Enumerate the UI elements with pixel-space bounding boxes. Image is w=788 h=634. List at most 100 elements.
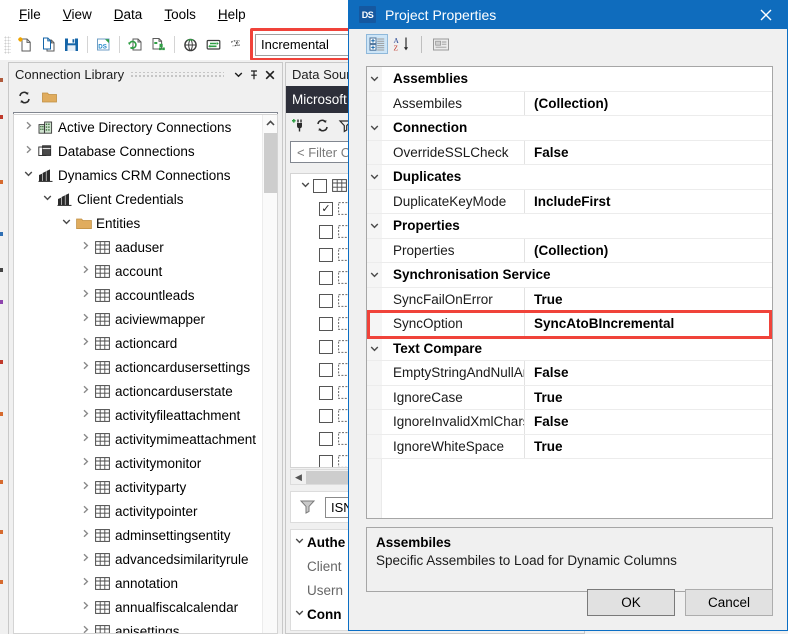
property-grid[interactable]: Assemblies Assembiles (Collection) Connecti… [366,66,773,519]
property-value[interactable]: False [525,145,569,160]
chevron-right-icon[interactable] [77,313,93,325]
chevron-right-icon[interactable] [77,409,93,421]
tree-item-activitymimeattachment[interactable]: activitymimeattachment [14,427,262,451]
property-row-ignorewhitespace[interactable]: IgnoreWhiteSpace True [367,434,772,459]
tree-item-actioncardusersettings[interactable]: actioncardusersettings [14,355,262,379]
property-row-ignoreinvalidxmlchars[interactable]: IgnoreInvalidXmlChars False [367,410,772,435]
chevron-right-icon[interactable] [77,289,93,301]
column-checkbox[interactable] [319,316,333,331]
tree-item-annualfiscalcalendar[interactable]: annualfiscalcalendar [14,595,262,619]
categorized-view-icon[interactable] [366,34,388,54]
ok-button[interactable]: OK [587,589,675,616]
menu-item-file[interactable]: File [8,3,52,27]
property-row-overridesslcheck[interactable]: OverrideSSLCheck False [367,140,772,165]
folder-icon[interactable] [41,90,58,108]
panel-drag-dots[interactable] [130,71,224,78]
menu-item-tools[interactable]: Tools [153,3,207,27]
chevron-right-icon[interactable] [77,481,93,493]
property-row-ignorecase[interactable]: IgnoreCase True [367,385,772,410]
column-checkbox[interactable] [313,178,327,193]
column-checkbox[interactable] [319,339,333,354]
property-pages-icon[interactable] [430,34,452,54]
tree-item-apisettings[interactable]: apisettings [14,619,262,633]
chevron-down-icon[interactable] [367,214,382,238]
property-row-assembiles[interactable]: Assembiles (Collection) [367,91,772,116]
sigma-script-icon[interactable]: Σ [225,33,248,56]
chevron-right-icon[interactable] [20,145,36,157]
property-category-text-compare[interactable]: Text Compare [367,336,772,361]
sync-arrows-icon[interactable] [202,33,225,56]
property-category-assemblies[interactable]: Assemblies [367,67,772,92]
open-document-icon[interactable] [37,33,60,56]
tree-item-activitypointer[interactable]: activitypointer [14,499,262,523]
tree-item-aaduser[interactable]: aaduser [14,235,262,259]
tree-item-client-credentials[interactable]: Client Credentials [14,187,262,211]
chevron-right-icon[interactable] [77,577,93,589]
column-checkbox[interactable] [319,270,333,285]
funnel-icon[interactable] [299,498,317,517]
chevron-right-icon[interactable] [77,601,93,613]
tree-item-activityfileattachment[interactable]: activityfileattachment [14,403,262,427]
chevron-down-icon[interactable] [367,116,382,140]
property-value[interactable]: (Collection) [525,243,608,258]
close-icon[interactable] [262,67,278,83]
chevron-right-icon[interactable] [77,505,93,517]
tree-item-annotation[interactable]: annotation [14,571,262,595]
chevron-down-icon[interactable] [291,536,307,548]
alphabetical-sort-icon[interactable]: A Z [391,34,413,54]
column-checkbox[interactable] [319,247,333,262]
chevron-right-icon[interactable] [77,241,93,253]
tree-item-database-connections[interactable]: Database Connections [14,139,262,163]
property-category-connection[interactable]: Connection [367,116,772,141]
new-document-icon[interactable] [14,33,37,56]
property-value[interactable]: False [525,365,569,380]
tree-item-account[interactable]: account [14,259,262,283]
column-checkbox[interactable] [319,385,333,400]
menu-item-view[interactable]: View [52,3,103,27]
tree-item-accountleads[interactable]: accountleads [14,283,262,307]
property-row-emptystringandnullareequ[interactable]: EmptyStringAndNullAreEquFalse [367,361,772,386]
menu-item-help[interactable]: Help [207,3,257,27]
connection-library-tree[interactable]: Active Directory Connections Database Con… [13,114,278,634]
column-checkbox[interactable] [319,454,333,467]
close-icon[interactable] [744,0,787,29]
tree-item-advancedsimilarityrule[interactable]: advancedsimilarityrule [14,547,262,571]
tree-vertical-scrollbar[interactable] [262,115,277,633]
property-row-syncfailonerror[interactable]: SyncFailOnError True [367,287,772,312]
cancel-button[interactable]: Cancel [685,589,773,616]
chevron-down-icon[interactable] [297,180,313,192]
toolbar-grip[interactable] [4,35,11,54]
chevron-down-icon[interactable] [58,217,74,229]
tree-item-actioncard[interactable]: actioncard [14,331,262,355]
chevron-down-icon[interactable] [20,169,36,181]
globe-connection-icon[interactable] [179,33,202,56]
property-value[interactable]: IncludeFirst [525,194,611,209]
property-value[interactable]: True [525,439,563,454]
chevron-right-icon[interactable] [77,625,93,633]
chevron-right-icon[interactable] [77,433,93,445]
property-value[interactable]: True [525,292,563,307]
tree-item-adminsettingsentity[interactable]: adminsettingsentity [14,523,262,547]
property-value[interactable]: SyncAtoBIncremental [525,316,674,331]
refresh-compare-icon[interactable] [124,33,147,56]
scroll-up-icon[interactable] [263,115,277,132]
dialog-title-bar[interactable]: DS Project Properties [349,0,787,29]
scroll-left-icon[interactable]: ◀ [291,472,306,483]
property-value[interactable]: True [525,390,563,405]
chevron-down-icon[interactable] [367,165,382,189]
compare-document-icon[interactable] [147,33,170,56]
chevron-right-icon[interactable] [77,457,93,469]
column-checkbox[interactable] [319,408,333,423]
refresh-icon[interactable] [314,117,331,137]
property-category-duplicates[interactable]: Duplicates [367,165,772,190]
chevron-down-icon[interactable] [367,336,382,360]
tree-item-active-directory-connections[interactable]: Active Directory Connections [14,115,262,139]
chevron-down-icon[interactable] [367,263,382,287]
pin-icon[interactable] [246,67,262,83]
menu-item-data[interactable]: Data [103,3,154,27]
chevron-right-icon[interactable] [77,553,93,565]
tree-item-activitymonitor[interactable]: activitymonitor [14,451,262,475]
property-category-properties[interactable]: Properties [367,214,772,239]
chevron-right-icon[interactable] [20,121,36,133]
connect-plug-icon[interactable] [291,117,308,137]
